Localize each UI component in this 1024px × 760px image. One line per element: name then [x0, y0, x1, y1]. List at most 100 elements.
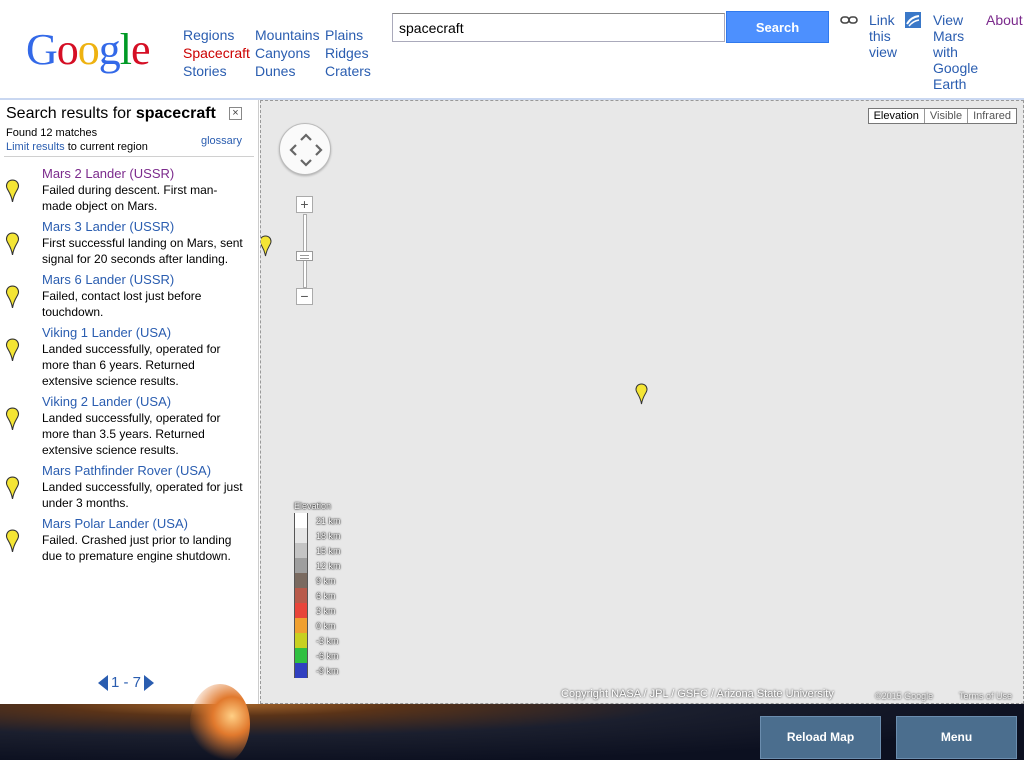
- nav-link-craters[interactable]: Craters: [325, 62, 371, 80]
- page-range: 1 - 7: [111, 674, 142, 691]
- result-item[interactable]: Viking 2 Lander (USA) Landed successfully…: [0, 394, 258, 458]
- logo-letter: l: [119, 25, 132, 74]
- nav-link-ridges[interactable]: Ridges: [325, 44, 371, 62]
- legend-scale: 21 km 18 km 15 km 12 km 9 km 6 km 3 km 0 km -3 k…: [294, 513, 354, 678]
- previous-page-icon[interactable]: [98, 674, 108, 691]
- nav-column-features: Regions Spacecraft Stories: [183, 26, 250, 80]
- result-item[interactable]: Mars Polar Lander (USA) Failed. Crashed j…: [0, 516, 258, 564]
- logo-letter: e: [131, 25, 151, 74]
- glossary-link[interactable]: glossary: [201, 135, 242, 147]
- result-item[interactable]: Mars 2 Lander (USSR) Failed during descen…: [0, 166, 258, 214]
- nav-link-regions[interactable]: Regions: [183, 26, 250, 44]
- legend-label: 21 km: [316, 515, 341, 526]
- result-description: Landed successfully, operated for more t…: [42, 342, 221, 388]
- result-title-link[interactable]: Viking 1 Lander (USA): [0, 325, 258, 341]
- results-list: Mars 2 Lander (USSR) Failed during descen…: [0, 166, 258, 569]
- earth-link-line: with: [933, 44, 958, 60]
- result-pin-icon[interactable]: [5, 232, 20, 256]
- logo-letter: o: [77, 25, 100, 74]
- map-type-visible[interactable]: Visible: [923, 109, 968, 123]
- result-description: Landed successfully, operated for just u…: [42, 480, 243, 510]
- legend-label: 15 km: [316, 545, 341, 556]
- result-title-link[interactable]: Mars 2 Lander (USSR): [0, 166, 258, 182]
- nav-link-stories[interactable]: Stories: [183, 62, 250, 80]
- planet-horizon-decoration: [190, 684, 250, 760]
- nav-link-mountains[interactable]: Mountains: [255, 26, 320, 44]
- nav-link-dunes[interactable]: Dunes: [255, 62, 320, 80]
- result-description: Failed during descent. First man-made ob…: [42, 183, 218, 213]
- link-icon[interactable]: [840, 13, 858, 31]
- result-pin-icon[interactable]: [5, 407, 20, 431]
- result-title-link[interactable]: Mars 6 Lander (USSR): [0, 272, 258, 288]
- result-pin-icon[interactable]: [5, 476, 20, 500]
- legend-swatch: [294, 588, 308, 603]
- result-item[interactable]: Mars Pathfinder Rover (USA) Landed succes…: [0, 463, 258, 511]
- limit-results-row: Limit results to current region: [6, 141, 148, 153]
- nav-link-plains[interactable]: Plains: [325, 26, 371, 44]
- result-description: First successful landing on Mars, sent s…: [42, 236, 243, 266]
- mars-map[interactable]: Elevation Visible Infrared + − Elevation 2…: [260, 100, 1024, 704]
- divider: [4, 156, 254, 157]
- reload-map-button[interactable]: Reload Map: [760, 716, 881, 759]
- result-pin-icon[interactable]: [5, 338, 20, 362]
- result-item[interactable]: Viking 1 Lander (USA) Landed successfully…: [0, 325, 258, 389]
- result-pin-icon[interactable]: [5, 285, 20, 309]
- footer-bar: Reload Map Menu: [0, 684, 1024, 760]
- pan-arrows-icon: [289, 133, 323, 167]
- terms-of-use-link[interactable]: Terms of Use: [959, 691, 1012, 701]
- nav-link-spacecraft[interactable]: Spacecraft: [183, 44, 250, 62]
- zoom-slider-handle[interactable]: [296, 251, 313, 261]
- about-link[interactable]: About: [986, 12, 1023, 28]
- map-type-elevation[interactable]: Elevation: [868, 109, 924, 123]
- link-view-line: Link: [869, 12, 895, 28]
- google-earth-icon[interactable]: [905, 12, 921, 33]
- result-title-link[interactable]: Viking 2 Lander (USA): [0, 394, 258, 410]
- legend-row: 21 km: [294, 513, 354, 528]
- google-logo[interactable]: Google: [26, 25, 151, 74]
- nav-column-surface: Plains Ridges Craters: [325, 26, 371, 80]
- legend-row: -6 km: [294, 648, 354, 663]
- result-title-link[interactable]: Mars 3 Lander (USSR): [0, 219, 258, 235]
- legend-label: 3 km: [316, 605, 336, 616]
- view-in-google-earth-link[interactable]: View Mars with Google Earth: [933, 12, 978, 92]
- map-type-infrared[interactable]: Infrared: [967, 109, 1016, 123]
- limit-results-link[interactable]: Limit results: [6, 141, 65, 153]
- legend-label: -9 km: [316, 665, 339, 676]
- spacecraft-map-pin-icon[interactable]: [260, 235, 272, 257]
- result-title-link[interactable]: Mars Polar Lander (USA): [0, 516, 258, 532]
- legend-label: 9 km: [316, 575, 336, 586]
- pagination: 1 - 7: [98, 674, 155, 691]
- legend-swatch: [294, 513, 308, 528]
- logo-letter: G: [26, 25, 58, 74]
- spacecraft-map-pin-icon[interactable]: [635, 383, 648, 405]
- search-input[interactable]: [392, 13, 725, 42]
- search-button[interactable]: Search: [726, 11, 829, 43]
- link-this-view[interactable]: Link this view: [869, 12, 897, 60]
- legend-row: 15 km: [294, 543, 354, 558]
- zoom-in-button[interactable]: +: [296, 196, 313, 213]
- legend-row: 9 km: [294, 573, 354, 588]
- zoom-out-button[interactable]: −: [296, 288, 313, 305]
- result-title-link[interactable]: Mars Pathfinder Rover (USA): [0, 463, 258, 479]
- legend-row: 18 km: [294, 528, 354, 543]
- earth-link-line: Earth: [933, 76, 967, 92]
- logo-letter: o: [56, 25, 79, 74]
- legend-label: 18 km: [316, 530, 341, 541]
- result-item[interactable]: Mars 3 Lander (USSR) First successful lan…: [0, 219, 258, 267]
- result-item[interactable]: Mars 6 Lander (USSR) Failed, contact lost…: [0, 272, 258, 320]
- legend-row: 3 km: [294, 603, 354, 618]
- menu-button[interactable]: Menu: [896, 716, 1017, 759]
- match-count: Found 12 matches: [6, 127, 98, 139]
- link-view-line: view: [869, 44, 898, 60]
- limit-results-text: to current region: [64, 141, 148, 153]
- header: Google Regions Spacecraft Stories Mountain…: [0, 0, 1024, 100]
- map-data-credit: ©2015 Google: [875, 691, 934, 701]
- nav-link-canyons[interactable]: Canyons: [255, 44, 320, 62]
- result-pin-icon[interactable]: [5, 179, 20, 203]
- close-results-button[interactable]: ×: [229, 107, 242, 120]
- legend-title: Elevation: [294, 501, 332, 511]
- pan-control[interactable]: [279, 123, 331, 175]
- results-query: spacecraft: [135, 105, 216, 122]
- result-pin-icon[interactable]: [5, 529, 20, 553]
- next-page-icon[interactable]: [144, 674, 155, 691]
